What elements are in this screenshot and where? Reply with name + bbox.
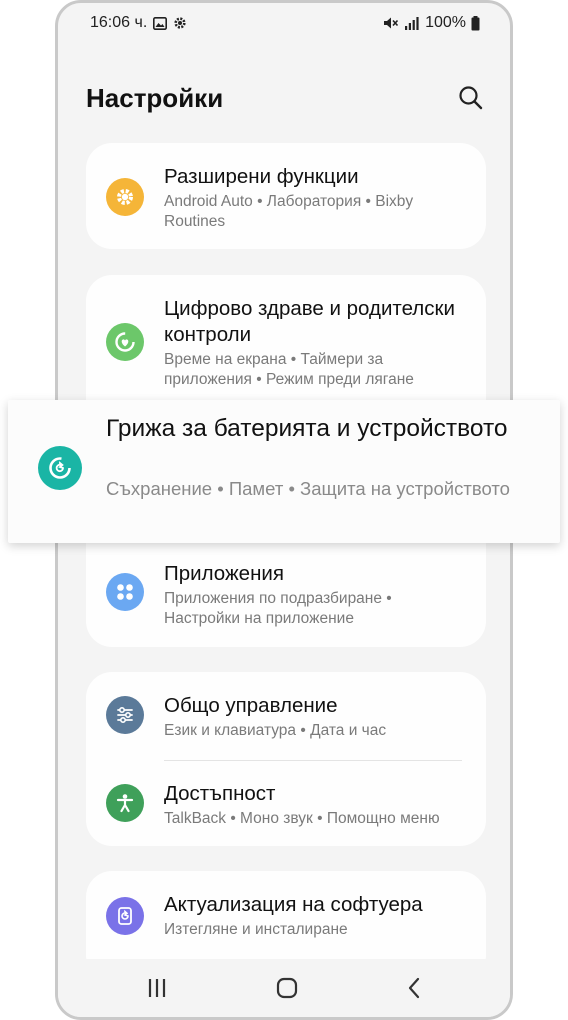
- item-subtitle: Език и клавиатура • Дата и час: [164, 722, 387, 739]
- highlight-subtitle: Съхранение • Памет • Защита на устройств…: [106, 478, 510, 499]
- settings-item-device-care-highlight[interactable]: Грижа за батерията и устройството Съхран…: [8, 400, 560, 543]
- settings-item-general-management[interactable]: Общо управление Език и клавиатура • Дата…: [86, 672, 486, 760]
- item-subtitle: Android Auto • Лаборатория • Bixby Routi…: [164, 193, 414, 230]
- item-title: Приложения: [164, 562, 284, 585]
- recents-button[interactable]: [142, 973, 172, 1003]
- battery-percent: 100%: [425, 14, 466, 31]
- search-icon: [459, 86, 483, 110]
- item-title: Актуализация на софтуера: [164, 893, 423, 916]
- recents-icon: [148, 979, 166, 997]
- mute-icon: [384, 17, 399, 29]
- item-title: Разширени функции: [164, 165, 359, 188]
- signal-icon: [405, 17, 419, 30]
- navigation-bar: [58, 959, 510, 1017]
- item-subtitle: TalkBack • Моно звук • Помощно меню: [164, 810, 440, 827]
- heart-ring-icon: [106, 323, 144, 361]
- item-title: Общо управление: [164, 694, 338, 717]
- page-title: Настройки: [86, 83, 224, 113]
- card-advanced-features: Разширени функции Android Auto • Лаборат…: [86, 143, 486, 249]
- apps-grid-icon: [106, 573, 144, 611]
- home-icon: [276, 977, 298, 999]
- software-update-icon: [106, 897, 144, 935]
- home-button[interactable]: [272, 973, 302, 1003]
- search-button[interactable]: [454, 81, 488, 115]
- back-icon: [408, 977, 420, 999]
- status-bar: 16:06 ч. 100%: [58, 3, 510, 43]
- back-button[interactable]: [400, 973, 430, 1003]
- settings-item-digital-wellbeing[interactable]: Цифрово здраве и родителски контроли Вре…: [86, 275, 486, 395]
- item-subtitle: Приложения по подразбиране • Настройки н…: [164, 590, 392, 627]
- card-general: Общо управление Език и клавиатура • Дата…: [86, 672, 486, 846]
- item-subtitle: Изтегляне и инсталиране: [164, 921, 348, 938]
- image-icon: [153, 16, 168, 30]
- item-subtitle: Време на екрана • Таймери за приложения …: [164, 351, 414, 388]
- settings-item-accessibility[interactable]: Достъпност TalkBack • Моно звук • Помощн…: [86, 760, 486, 846]
- settings-item-software-update[interactable]: Актуализация на софтуера Изтегляне и инс…: [86, 871, 486, 959]
- item-title: Цифрово здраве и родителски контроли: [164, 297, 455, 346]
- gear-icon: [174, 17, 186, 29]
- puzzle-gear-icon: [106, 178, 144, 216]
- settings-item-advanced-features[interactable]: Разширени функции Android Auto • Лаборат…: [86, 143, 486, 249]
- device-care-icon: [38, 446, 82, 490]
- item-title: Достъпност: [164, 782, 276, 805]
- status-time: 16:06 ч.: [90, 14, 148, 31]
- highlight-title: Грижа за батерията и устройството: [106, 415, 508, 442]
- header: Настройки: [58, 73, 510, 133]
- accessibility-icon: [106, 784, 144, 822]
- sliders-icon: [106, 696, 144, 734]
- battery-icon: [471, 15, 480, 30]
